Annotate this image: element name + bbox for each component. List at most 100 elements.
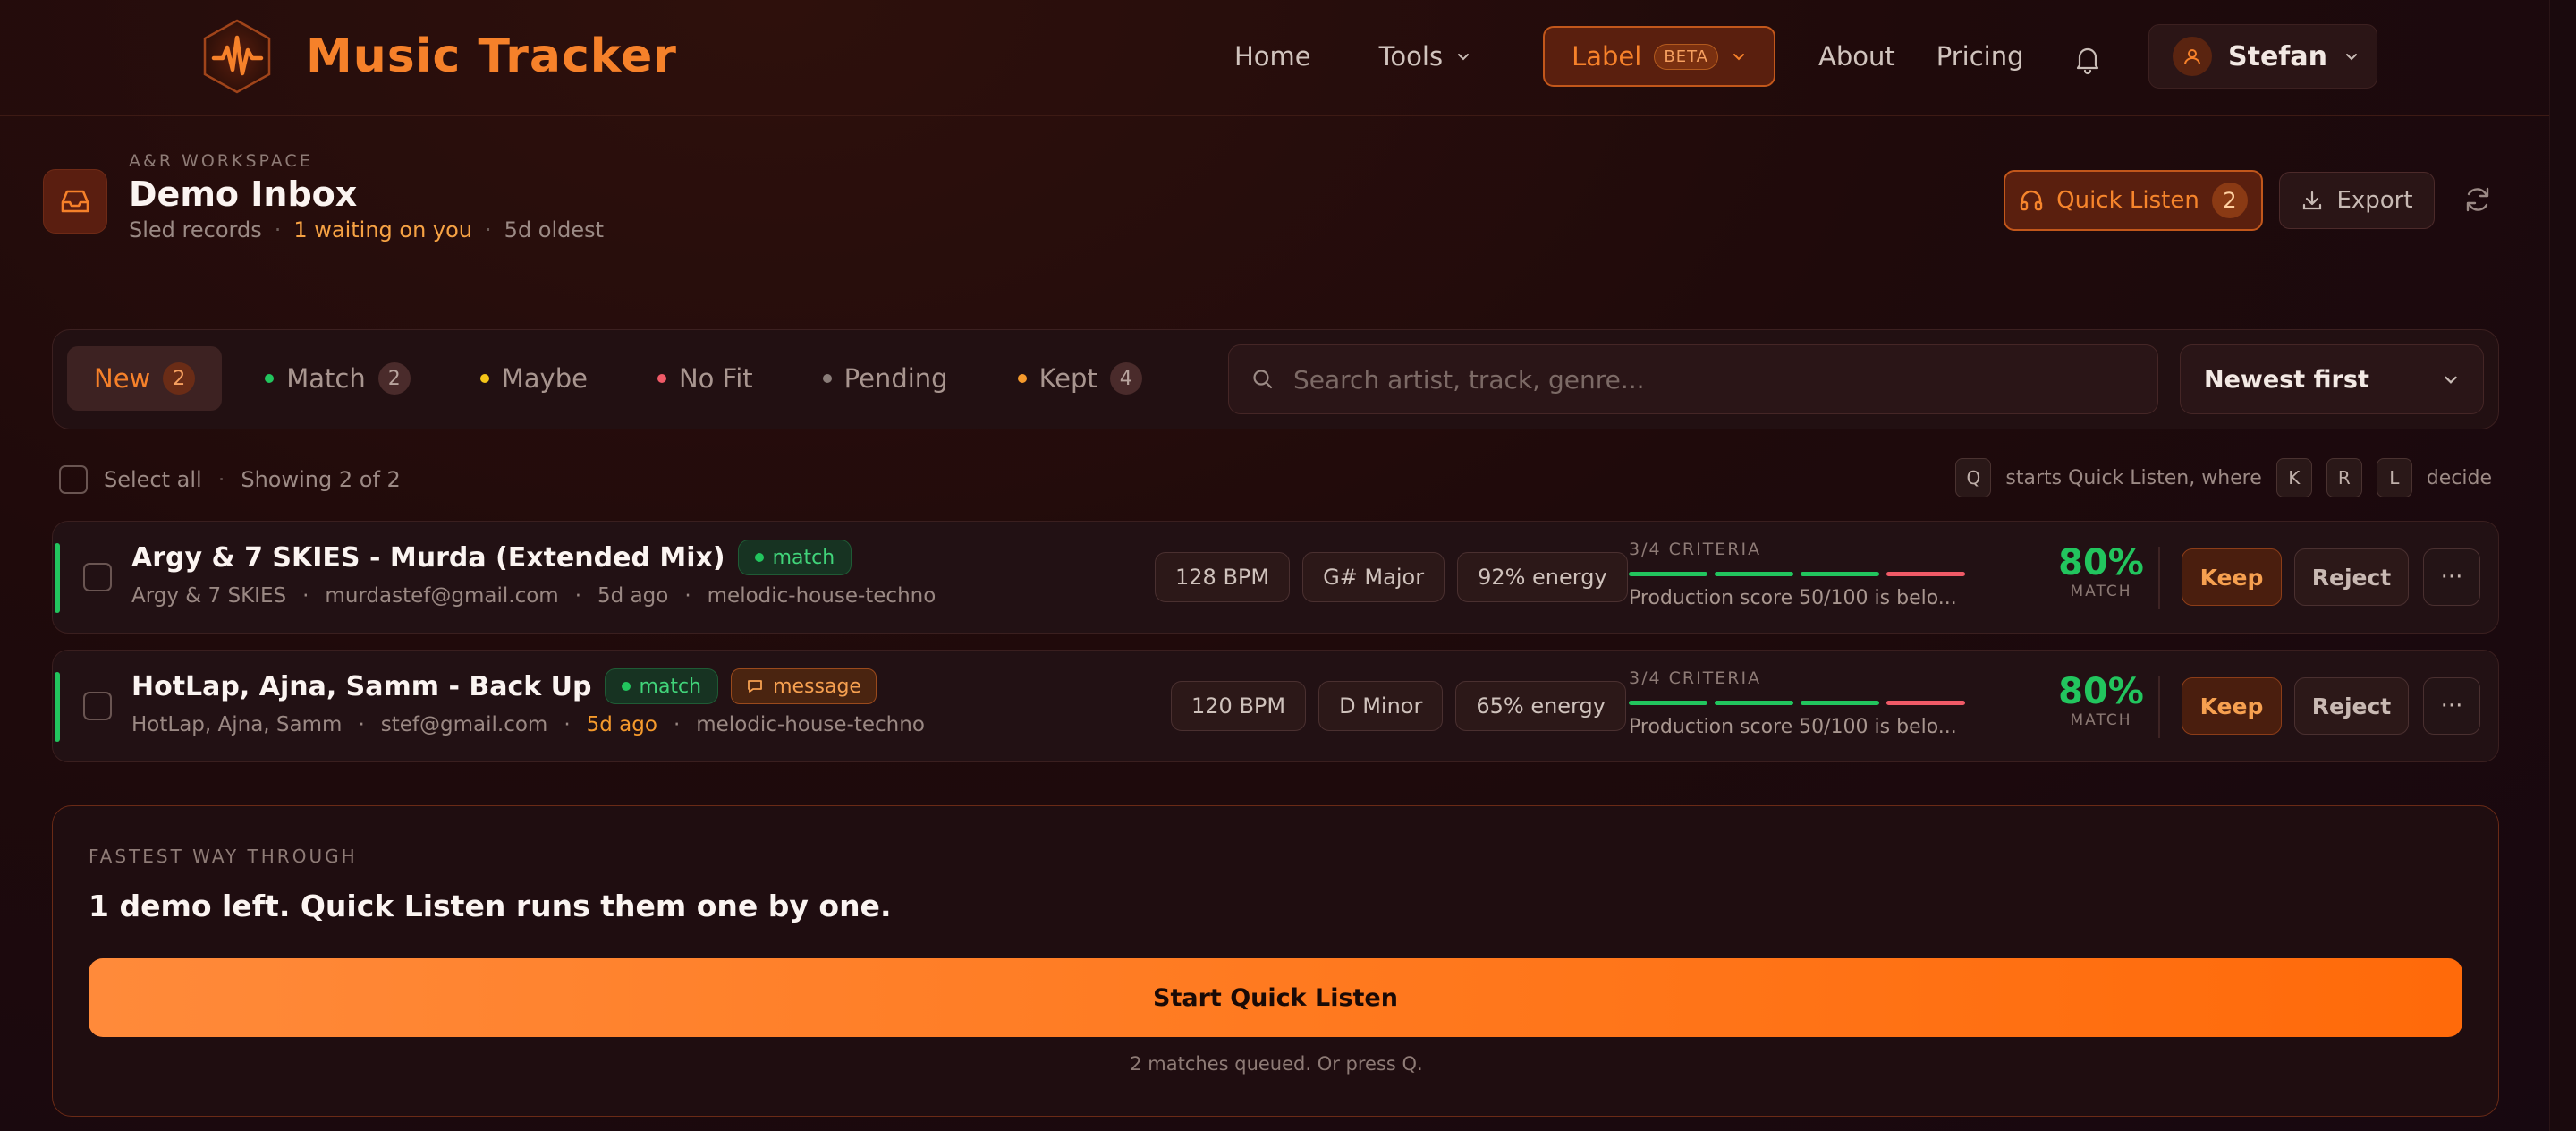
bpm-chip: 128 BPM xyxy=(1155,552,1291,602)
workspace-kicker: A&R WORKSPACE xyxy=(129,151,313,171)
tab-pending[interactable]: Pending xyxy=(796,346,975,411)
nav-label-button[interactable]: Label BETA xyxy=(1543,26,1775,87)
tab-kept[interactable]: Kept 4 xyxy=(991,346,1169,411)
chevron-down-icon xyxy=(2345,54,2357,61)
refresh-icon[interactable] xyxy=(2462,183,2494,216)
keep-button[interactable]: Keep xyxy=(2182,677,2282,735)
nav-home[interactable]: Home xyxy=(1234,41,1311,72)
tab-label: Kept xyxy=(1038,363,1097,394)
list-toolbar: Select all · Showing 2 of 2 Q starts Qui… xyxy=(59,458,2492,497)
nav-tools-label: Tools xyxy=(1378,41,1444,72)
hint-end: decide xyxy=(2426,466,2492,489)
cta-kicker: FASTEST WAY THROUGH xyxy=(89,846,358,867)
search-box[interactable] xyxy=(1228,344,2158,414)
more-options-icon[interactable]: ··· xyxy=(2423,548,2480,606)
message-tag[interactable]: message xyxy=(731,668,877,704)
waveform-logo-icon xyxy=(203,19,271,94)
tab-label: No Fit xyxy=(678,363,753,394)
showing-count: Showing 2 of 2 xyxy=(241,467,401,492)
criteria-bars xyxy=(1629,701,1969,705)
quick-listen-cta: FASTEST WAY THROUGH 1 demo left. Quick L… xyxy=(52,805,2499,1117)
status-dot xyxy=(621,682,631,691)
download-icon xyxy=(2303,191,2322,210)
message-tag-label: message xyxy=(773,675,861,698)
separator-dot: · xyxy=(574,584,582,608)
status-dot xyxy=(822,374,832,383)
quick-listen-count: 2 xyxy=(2211,183,2248,218)
row-checkbox[interactable] xyxy=(83,563,112,591)
key-k: K xyxy=(2275,458,2312,497)
main-nav: Home Tools Label BETA About Pricing xyxy=(1234,25,2023,88)
demo-title[interactable]: Argy & 7 SKIES - Murda (Extended Mix) xyxy=(131,542,725,574)
energy-chip: 65% energy xyxy=(1455,681,1626,731)
submitted-age: 5d ago xyxy=(586,713,657,736)
status-dot xyxy=(265,374,275,383)
match-indicator-bar xyxy=(55,543,60,613)
export-button[interactable]: Export xyxy=(2279,172,2435,229)
score-label: MATCH xyxy=(2070,583,2132,600)
match-tag-label: match xyxy=(772,546,835,569)
nav-pricing[interactable]: Pricing xyxy=(1936,41,2024,72)
waiting-count: 1 waiting on you xyxy=(293,217,473,242)
nav-tools[interactable]: Tools xyxy=(1379,41,1471,72)
criteria-label: 3/4 CRITERIA xyxy=(1629,540,1762,559)
user-menu-button[interactable]: Stefan xyxy=(2148,24,2377,89)
sender-email: murdastef@gmail.com xyxy=(325,584,559,608)
demo-title-line: HotLap, Ajna, Samm - Back Up match messa… xyxy=(131,668,877,704)
more-options-icon[interactable]: ··· xyxy=(2423,677,2480,735)
score-percent: 80% xyxy=(2058,671,2144,712)
tab-no-fit[interactable]: No Fit xyxy=(631,346,780,411)
demo-row[interactable]: Argy & 7 SKIES - Murda (Extended Mix) ma… xyxy=(52,521,2499,634)
criteria-bar-fail xyxy=(1886,701,1965,705)
criteria-summary: 3/4 CRITERIA Production score 50/100 is … xyxy=(1629,540,1969,609)
demo-row[interactable]: HotLap, Ajna, Samm - Back Up match messa… xyxy=(52,650,2499,762)
criteria-bar-pass xyxy=(1715,572,1793,576)
criteria-bar-pass xyxy=(1801,572,1879,576)
tab-label: Match xyxy=(286,363,366,394)
brand[interactable]: Music Tracker xyxy=(199,18,677,95)
headphones-icon xyxy=(2020,190,2043,211)
tab-count: 2 xyxy=(163,362,196,395)
bpm-chip: 120 BPM xyxy=(1171,681,1307,731)
page-title: Demo Inbox xyxy=(129,174,358,214)
keep-button[interactable]: Keep xyxy=(2182,548,2282,606)
row-checkbox[interactable] xyxy=(83,692,112,720)
reject-button[interactable]: Reject xyxy=(2294,677,2409,735)
chevron-down-icon xyxy=(1733,54,1744,61)
separator-dot: · xyxy=(358,713,365,736)
separator-dot: · xyxy=(274,217,282,242)
hint-text: starts Quick Listen, where xyxy=(2005,466,2262,489)
criteria-summary: 3/4 CRITERIA Production score 50/100 is … xyxy=(1629,668,1969,738)
sort-select[interactable]: Newest first xyxy=(2180,344,2484,414)
status-dot xyxy=(479,374,489,383)
demo-meta: HotLap, Ajna, Samm · stef@gmail.com · 5d… xyxy=(131,713,925,736)
export-label: Export xyxy=(2336,187,2413,214)
tab-label: Maybe xyxy=(501,363,588,394)
beta-badge: BETA xyxy=(1654,43,1718,70)
status-dot xyxy=(1017,374,1027,383)
submitted-age: 5d ago xyxy=(597,584,669,608)
select-all-label[interactable]: Select all xyxy=(104,467,202,492)
demo-title[interactable]: HotLap, Ajna, Samm - Back Up xyxy=(131,671,592,702)
reject-button[interactable]: Reject xyxy=(2294,548,2409,606)
score-label: MATCH xyxy=(2070,711,2132,729)
artist-name: Argy & 7 SKIES xyxy=(131,584,287,608)
quick-listen-button[interactable]: Quick Listen 2 xyxy=(2004,170,2263,231)
nav-about[interactable]: About xyxy=(1818,41,1895,72)
track-stats: 120 BPM D Minor 65% energy xyxy=(1171,681,1626,731)
tab-match[interactable]: Match 2 xyxy=(238,346,437,411)
key-l: L xyxy=(2376,458,2412,497)
start-quick-listen-button[interactable]: Start Quick Listen xyxy=(89,958,2462,1037)
key-chip: G# Major xyxy=(1302,552,1445,602)
tab-maybe[interactable]: Maybe xyxy=(453,346,614,411)
select-all-checkbox[interactable] xyxy=(59,465,88,494)
criteria-label: 3/4 CRITERIA xyxy=(1629,668,1762,688)
page-scrollbar[interactable] xyxy=(2549,0,2576,1131)
tab-new[interactable]: New 2 xyxy=(67,346,223,411)
bell-icon[interactable] xyxy=(2072,43,2104,75)
nav-label-text: Label xyxy=(1572,41,1642,72)
search-input[interactable] xyxy=(1293,364,2116,395)
user-name: Stefan xyxy=(2228,40,2327,72)
separator-dot: · xyxy=(564,713,571,736)
user-icon xyxy=(2184,49,2200,65)
